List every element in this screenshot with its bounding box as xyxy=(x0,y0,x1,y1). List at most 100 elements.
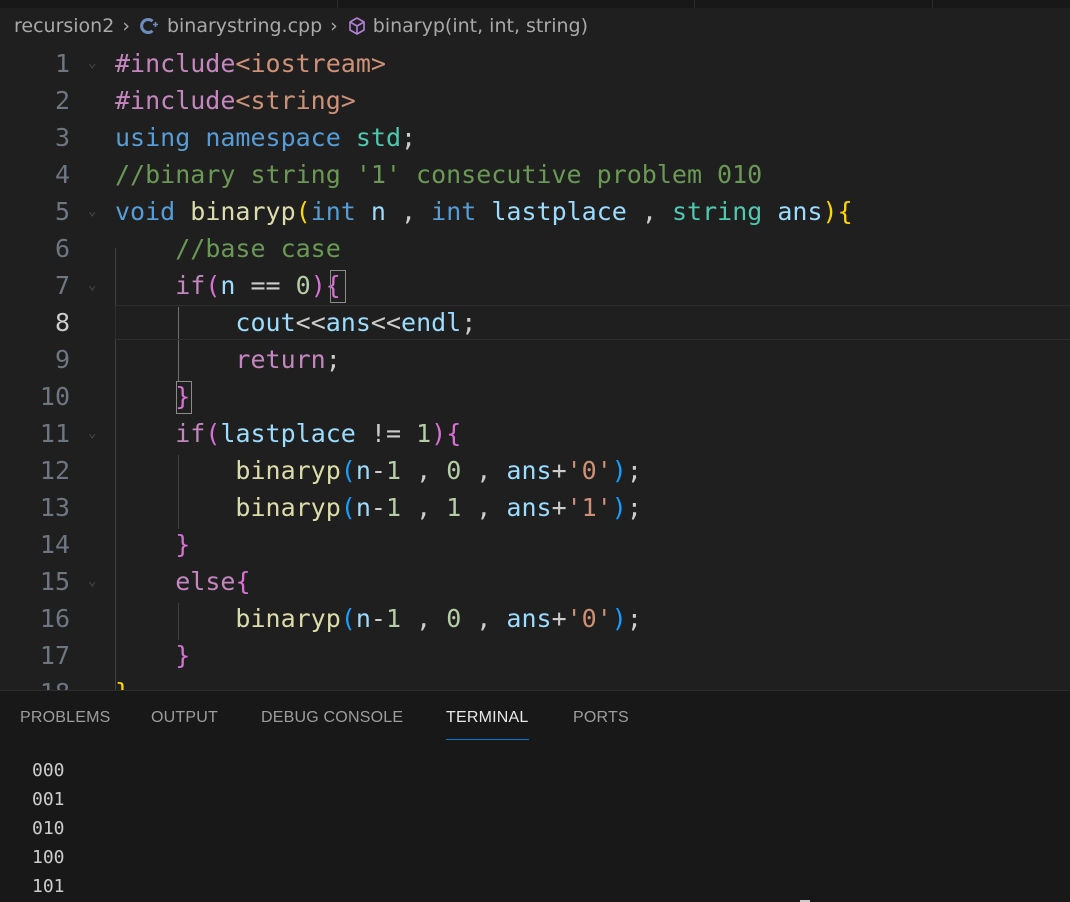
code-token: } xyxy=(175,530,191,559)
code-token: else xyxy=(175,567,236,596)
code-line[interactable]: 1 ⌄ #include<iostream> xyxy=(0,45,1070,82)
code-token: ) xyxy=(611,604,627,633)
code-token: ans xyxy=(506,456,552,485)
fold-chevron-icon[interactable]: ⌄ xyxy=(88,415,102,452)
code-token: ( xyxy=(340,456,356,485)
code-token: ans xyxy=(325,308,371,337)
code-token: std xyxy=(355,123,402,152)
fold-chevron-icon[interactable]: ⌄ xyxy=(88,563,102,600)
breadcrumb: recursion2 › binarystring.cpp › binaryp(… xyxy=(0,8,1070,44)
code-text: else{ xyxy=(115,563,250,600)
code-line[interactable]: 7 ⌄ if(n == 0){ xyxy=(0,267,1070,304)
code-token: n xyxy=(370,197,386,226)
line-number: 9 xyxy=(54,345,70,374)
code-text: binaryp(n-1 , 1 , ans+'1'); xyxy=(115,489,642,526)
code-token: ; xyxy=(626,493,642,522)
code-text: if(n == 0){ xyxy=(115,267,341,304)
code-token: n xyxy=(355,604,371,633)
code-token: if xyxy=(175,271,206,300)
code-token: , xyxy=(461,456,507,485)
breadcrumb-folder[interactable]: recursion2 xyxy=(14,15,114,37)
code-line[interactable]: 16 binaryp(n-1 , 0 , ans+'0'); xyxy=(0,600,1070,637)
bracket-match-highlight xyxy=(330,270,346,303)
code-line[interactable]: 2 #include<string> xyxy=(0,82,1070,119)
fold-chevron-icon[interactable]: ⌄ xyxy=(88,193,102,230)
code-token: , xyxy=(461,604,507,633)
code-token: 1 xyxy=(385,493,402,522)
tab-separator xyxy=(932,0,933,8)
code-line[interactable]: 15 ⌄ else{ xyxy=(0,563,1070,600)
line-number: 17 xyxy=(39,641,70,670)
code-token: //binary string '1' consecutive problem … xyxy=(115,160,763,189)
code-line[interactable]: 6 //base case xyxy=(0,230,1070,267)
code-line[interactable]: 3 using namespace std; xyxy=(0,119,1070,156)
code-token: ; xyxy=(325,345,341,374)
code-token: ( xyxy=(205,419,221,448)
code-line[interactable]: 9 return; xyxy=(0,341,1070,378)
tab-debug-console[interactable]: DEBUG CONSOLE xyxy=(261,709,403,739)
code-token: ( xyxy=(295,197,311,226)
tab-terminal[interactable]: TERMINAL xyxy=(446,709,529,740)
code-token: ( xyxy=(340,604,356,633)
code-token: ( xyxy=(205,271,221,300)
code-token: n xyxy=(355,456,371,485)
code-line[interactable]: 4 //binary string '1' consecutive problem… xyxy=(0,156,1070,193)
code-token: == xyxy=(235,271,296,300)
code-line[interactable]: 17 } xyxy=(0,637,1070,674)
line-number: 7 xyxy=(54,271,70,300)
code-token: , xyxy=(385,197,432,226)
breadcrumb-file[interactable]: binarystring.cpp xyxy=(167,15,322,37)
tab-problems[interactable]: PROBLEMS xyxy=(20,709,111,739)
breadcrumb-symbol[interactable]: binaryp(int, int, string) xyxy=(373,15,588,37)
code-editor[interactable]: 1 ⌄ #include<iostream> 2 #include<string> 3 us… xyxy=(0,44,1070,690)
terminal-output-line: 101 xyxy=(32,876,65,897)
code-line[interactable]: 18} xyxy=(0,674,1070,690)
code-token: <iostream> xyxy=(235,49,386,78)
terminal-output-line: 001 xyxy=(32,789,65,810)
code-token: + xyxy=(551,604,567,633)
code-token: ) xyxy=(822,197,838,226)
line-number: 4 xyxy=(54,160,70,189)
code-token: namespace xyxy=(205,123,341,152)
code-token: != xyxy=(355,419,417,448)
code-line[interactable]: 5 ⌄ void binaryp(int n , int lastplace , s… xyxy=(0,193,1070,230)
fold-chevron-icon[interactable]: ⌄ xyxy=(88,45,102,82)
code-token: n xyxy=(355,493,371,522)
code-text: //base case xyxy=(115,230,341,267)
tab-separator xyxy=(337,0,338,8)
code-line[interactable]: 8 cout<<ans<<endl; xyxy=(0,304,1070,341)
fold-chevron-icon[interactable]: ⌄ xyxy=(88,267,102,304)
code-token: 1 xyxy=(446,493,462,522)
tab-output[interactable]: OUTPUT xyxy=(151,709,218,739)
code-text: } xyxy=(115,674,130,690)
code-line[interactable]: 13 binaryp(n-1 , 1 , ans+'1'); xyxy=(0,489,1070,526)
code-line[interactable]: 12 binaryp(n-1 , 0 , ans+'0'); xyxy=(0,452,1070,489)
code-token: return xyxy=(235,345,326,374)
code-token: 0 xyxy=(446,604,462,633)
code-line[interactable]: 10 } xyxy=(0,378,1070,415)
code-token: binaryp xyxy=(235,604,341,633)
code-token: lastplace xyxy=(491,197,627,226)
terminal-output-line: 100 xyxy=(32,847,65,868)
chevron-right-icon: › xyxy=(330,15,338,37)
tab-ports[interactable]: PORTS xyxy=(573,709,629,739)
code-line[interactable]: 11 ⌄ if(lastplace != 1){ xyxy=(0,415,1070,452)
code-token: } xyxy=(115,678,130,690)
cpp-file-icon xyxy=(140,18,158,34)
code-token: '0' xyxy=(566,604,612,633)
line-number: 15 xyxy=(39,567,70,596)
code-token: 1 xyxy=(385,456,402,485)
code-token: , xyxy=(401,493,447,522)
tab-separator xyxy=(694,0,695,8)
bottom-panel: PROBLEMS OUTPUT DEBUG CONSOLE TERMINAL P… xyxy=(0,691,1070,902)
code-token: ans xyxy=(777,197,823,226)
line-number: 1 xyxy=(54,49,70,78)
code-line[interactable]: 14 } xyxy=(0,526,1070,563)
